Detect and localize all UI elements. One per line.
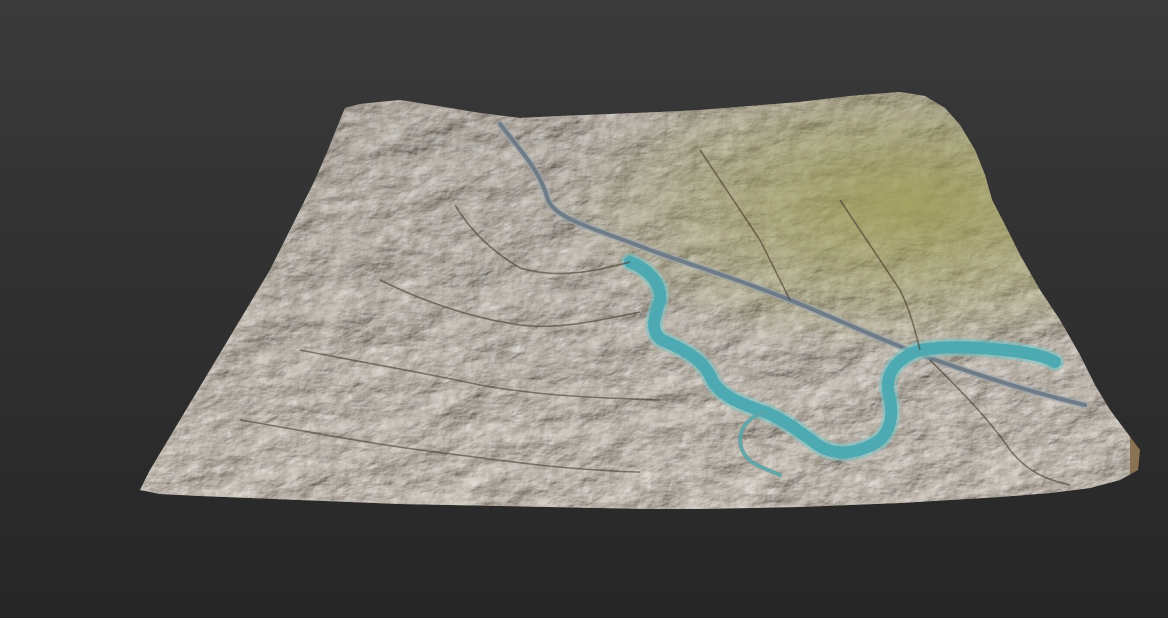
terrain-mesh <box>140 92 1140 509</box>
depth-shade <box>140 92 1130 509</box>
terrain-render <box>140 92 1140 509</box>
3d-viewport[interactable] <box>0 0 1168 618</box>
